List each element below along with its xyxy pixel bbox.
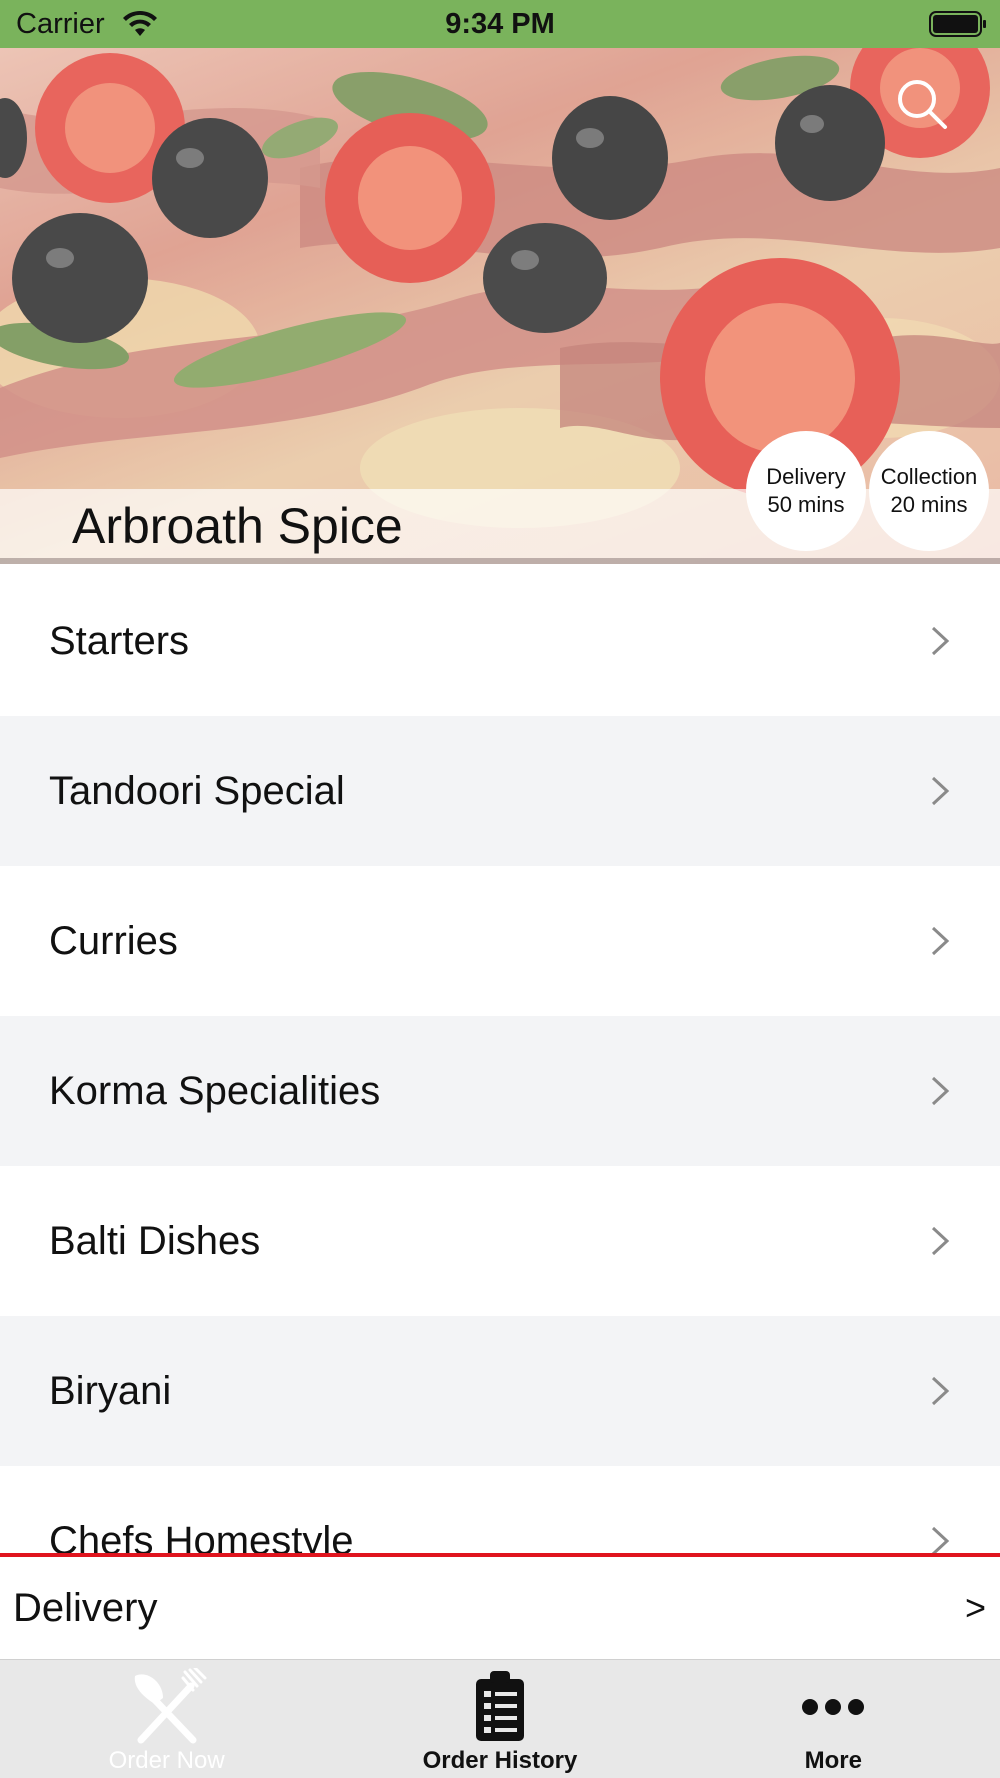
menu-item-biryani[interactable]: Biryani	[0, 1316, 1000, 1466]
delivery-mode-label: Delivery	[13, 1585, 158, 1630]
menu-item-label: Curries	[49, 918, 178, 963]
chevron-right-icon	[931, 926, 950, 956]
chevron-right-icon	[931, 1526, 950, 1556]
tab-label: Order History	[422, 1747, 578, 1774]
delivery-badge-time: 50 mins	[767, 492, 845, 517]
menu-item-chefs-homestyle[interactable]: Chefs Homestyle	[0, 1466, 1000, 1556]
chevron-right-icon	[931, 1076, 950, 1106]
menu-item-balti-dishes[interactable]: Balti Dishes	[0, 1166, 1000, 1316]
delivery-mode-bar[interactable]: Delivery >	[0, 1557, 1000, 1659]
delivery-time-badge: Delivery 50 mins	[746, 431, 866, 551]
chevron-right-icon	[931, 1376, 950, 1406]
menu-item-tandoori-special[interactable]: Tandoori Special	[0, 716, 1000, 866]
menu-item-label: Biryani	[49, 1368, 172, 1413]
menu-item-label: Balti Dishes	[49, 1218, 261, 1263]
menu-item-label: Starters	[49, 618, 190, 663]
tab-more[interactable]: More	[667, 1660, 1000, 1778]
fork-knife-icon	[134, 1668, 207, 1744]
collection-time-badge: Collection 20 mins	[869, 431, 989, 551]
clock-time: 9:34 PM	[445, 8, 555, 40]
clipboard-list-icon	[475, 1671, 524, 1741]
restaurant-name: Arbroath Spice	[72, 498, 403, 554]
menu-item-korma-specialities[interactable]: Korma Specialities	[0, 1016, 1000, 1166]
battery-icon	[929, 11, 986, 37]
collection-badge-time: 20 mins	[890, 492, 968, 517]
chevron-right-icon	[931, 1226, 950, 1256]
search-icon[interactable]	[894, 76, 950, 132]
menu-category-list[interactable]: Starters Tandoori Special Curries Korma …	[0, 566, 1000, 1556]
tab-bar: Order Now Order History More	[0, 1659, 1000, 1778]
tab-label: Order Now	[108, 1747, 225, 1774]
chevron-right-icon	[931, 776, 950, 806]
collection-badge-label: Collection	[880, 464, 978, 489]
status-bar: Carrier 9:34 PM	[0, 0, 1000, 48]
menu-item-label: Tandoori Special	[49, 768, 345, 813]
menu-item-label: Korma Specialities	[49, 1068, 381, 1113]
tab-order-history[interactable]: Order History	[333, 1660, 666, 1778]
tab-label: More	[804, 1747, 862, 1774]
menu-item-curries[interactable]: Curries	[0, 866, 1000, 1016]
delivery-mode-arrow: >	[964, 1587, 986, 1628]
delivery-badge-label: Delivery	[766, 464, 846, 489]
menu-item-starters[interactable]: Starters	[0, 566, 1000, 716]
more-dots-icon	[802, 1699, 865, 1715]
tab-order-now[interactable]: Order Now	[0, 1660, 333, 1778]
menu-item-label: Chefs Homestyle	[49, 1518, 354, 1557]
chevron-right-icon	[931, 626, 950, 656]
